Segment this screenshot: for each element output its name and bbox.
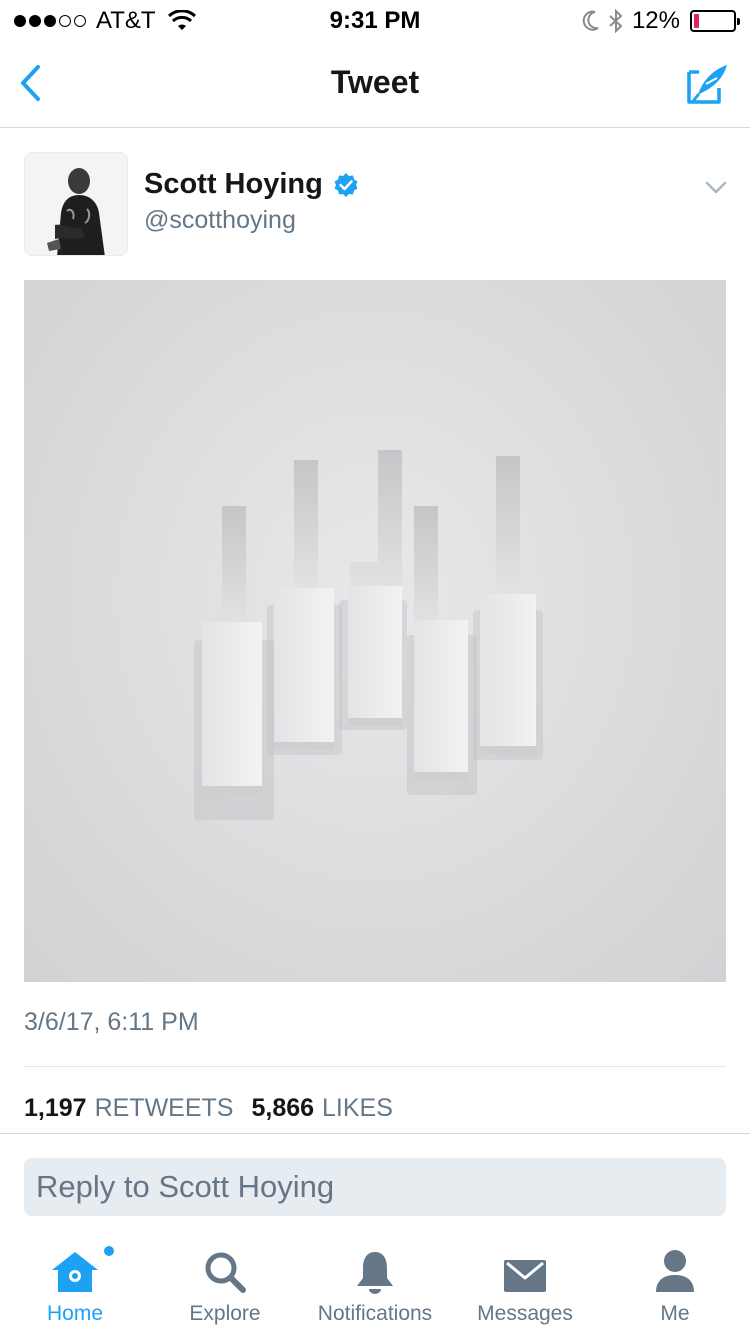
piano-keys-artwork <box>194 450 543 820</box>
retweet-label[interactable]: RETWEETS <box>95 1094 234 1123</box>
tweet-timestamp: 3/6/17, 6:11 PM <box>24 1008 199 1036</box>
retweet-count[interactable]: 1,197 <box>24 1094 87 1123</box>
chevron-down-icon <box>705 181 727 194</box>
status-right: 12% <box>582 7 740 34</box>
person-icon <box>656 1250 694 1292</box>
tab-explore-label: Explore <box>189 1302 261 1325</box>
user-name-row: Scott Hoying <box>144 168 359 201</box>
avatar[interactable] <box>24 152 128 256</box>
tab-messages[interactable]: Messages <box>450 1238 600 1334</box>
battery-icon <box>690 10 740 32</box>
moon-icon <box>582 10 599 31</box>
bell-icon <box>357 1252 393 1294</box>
battery-level <box>694 14 699 28</box>
navigation-bar: Tweet <box>0 40 750 128</box>
tab-messages-label: Messages <box>477 1302 573 1325</box>
compose-tweet-button[interactable] <box>684 60 732 108</box>
new-content-dot <box>104 1246 114 1256</box>
user-handle[interactable]: @scotthoying <box>144 206 296 235</box>
like-label[interactable]: LIKES <box>322 1094 393 1123</box>
tab-bar: Home Explore Notifications Messages Me <box>0 1238 750 1334</box>
user-name[interactable]: Scott Hoying <box>144 168 323 201</box>
tab-me[interactable]: Me <box>600 1238 750 1334</box>
divider <box>24 1066 726 1067</box>
profile-photo <box>25 153 127 255</box>
tab-explore[interactable]: Explore <box>150 1238 300 1334</box>
page-title: Tweet <box>330 64 420 100</box>
tab-me-label: Me <box>660 1302 690 1325</box>
tab-home[interactable]: Home <box>0 1238 150 1334</box>
home-icon <box>52 1252 98 1292</box>
tweet-options-button[interactable] <box>700 172 732 204</box>
like-count[interactable]: 5,866 <box>251 1094 314 1123</box>
bluetooth-icon <box>609 9 623 33</box>
tab-home-label: Home <box>46 1302 104 1325</box>
envelope-icon <box>504 1260 546 1292</box>
tweet-stats: 1,197 RETWEETS 5,866 LIKES <box>24 1094 411 1123</box>
tab-notifications-label: Notifications <box>317 1302 433 1325</box>
status-bar: AT&T 9:31 PM 12% <box>0 0 750 40</box>
divider <box>0 1133 750 1134</box>
tab-notifications[interactable]: Notifications <box>300 1238 450 1334</box>
search-icon <box>205 1252 246 1293</box>
battery-percentage: 12% <box>631 7 680 34</box>
compose-quill-icon <box>687 65 727 104</box>
reply-input[interactable]: Reply to Scott Hoying <box>24 1158 726 1216</box>
tweet-media-image[interactable] <box>24 280 726 982</box>
verified-badge-icon <box>334 172 358 197</box>
